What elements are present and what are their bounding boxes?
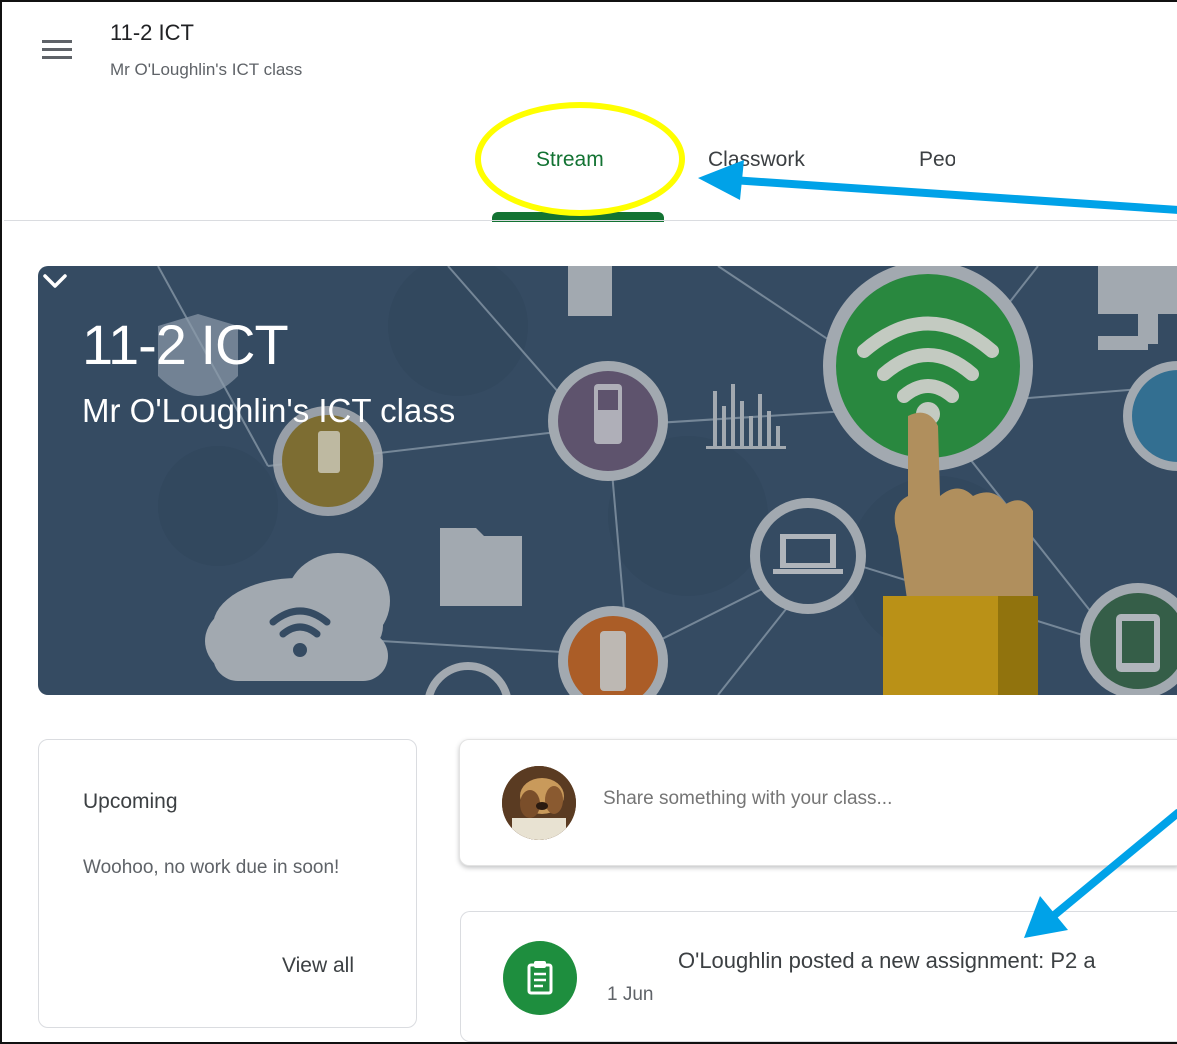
tab-people[interactable]: People	[919, 148, 955, 172]
avatar	[502, 766, 576, 840]
upcoming-card: Upcoming Woohoo, no work due in soon! Vi…	[38, 739, 417, 1028]
view-all-link[interactable]: View all	[282, 954, 354, 978]
highlight-ring	[475, 102, 685, 216]
upcoming-message: Woohoo, no work due in soon!	[83, 857, 340, 878]
post-title: O'Loughlin posted a new assignment: P2 a	[678, 948, 1096, 973]
upcoming-title: Upcoming	[83, 790, 178, 813]
chevron-down-icon[interactable]	[38, 266, 72, 296]
class-banner: 11-2 ICT Mr O'Loughlin's ICT class	[38, 266, 1177, 695]
main-menu-icon[interactable]	[38, 34, 78, 66]
share-card[interactable]	[459, 739, 1177, 866]
post-date: 1 Jun	[607, 984, 654, 1005]
banner-class-section: Mr O'Loughlin's ICT class	[82, 392, 456, 429]
class-name[interactable]: 11-2 ICT	[110, 20, 194, 46]
share-input[interactable]	[603, 788, 1143, 810]
tab-classwork[interactable]: Classwork	[708, 148, 805, 172]
assignment-post[interactable]: O'Loughlin posted a new assignment: P2 a…	[460, 911, 1177, 1042]
class-section: Mr O'Loughlin's ICT class	[110, 60, 303, 79]
classroom-window: 11-2 ICT Mr O'Loughlin's ICT class Strea…	[0, 0, 1177, 1044]
assignment-icon	[503, 941, 577, 1015]
banner-class-name: 11-2 ICT	[82, 313, 289, 376]
header-divider	[4, 220, 1177, 221]
